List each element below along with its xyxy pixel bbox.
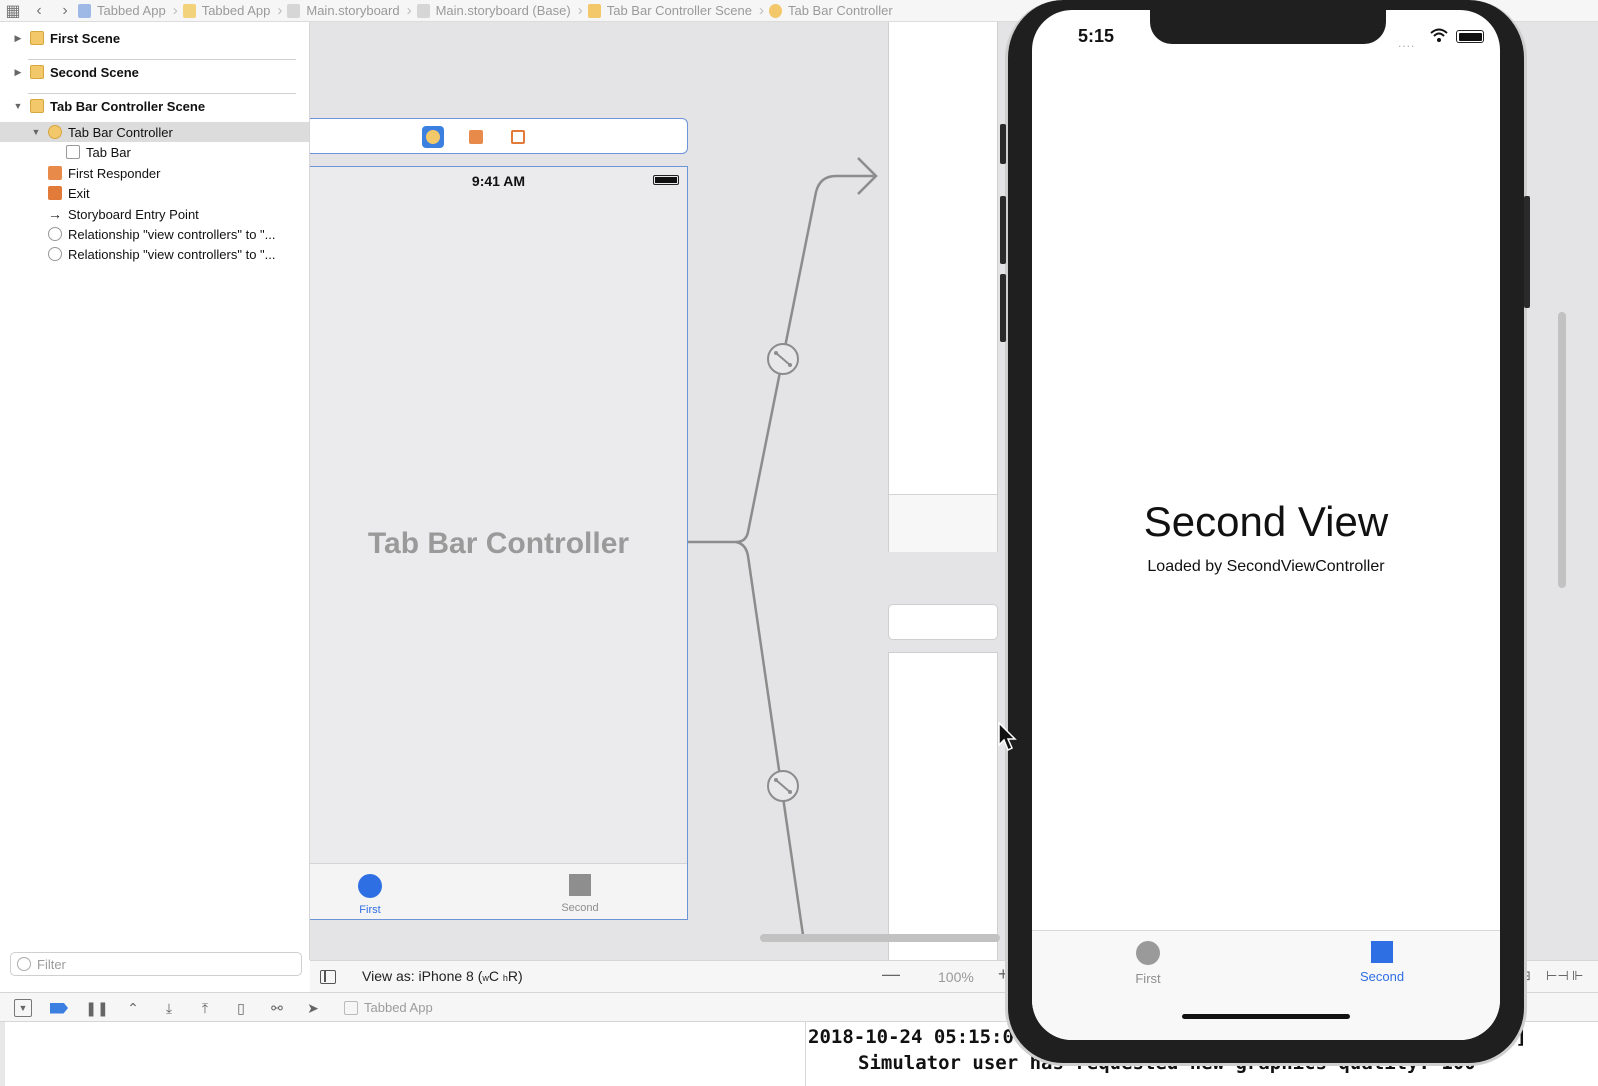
outline-item-relationship[interactable]: Relationship "view controllers" to "... [0,224,309,244]
second-view-subtitle: Loaded by SecondViewController [1147,558,1385,575]
outline-item-tab-bar-controller[interactable]: ▼ Tab Bar Controller [0,122,309,142]
second-view-controller-frame[interactable] [888,652,998,960]
scene-icon [30,99,44,113]
breadcrumb-scene[interactable]: Tab Bar Controller Scene [587,3,752,18]
outline-divider [28,59,296,60]
breadcrumb-controller[interactable]: Tab Bar Controller [768,3,893,18]
breadcrumb-storyboard-base[interactable]: Main.storyboard (Base) [416,3,571,18]
back-chevron-icon[interactable]: ‹ [26,2,52,20]
side-button[interactable] [1524,196,1530,308]
vertical-scrollbar[interactable] [1558,312,1566,588]
outline-scene-second[interactable]: ▶ Second Scene [0,62,309,82]
breadcrumb-separator-icon: › [172,2,178,19]
first-view-controller-frame[interactable] [888,22,998,552]
breakpoints-icon[interactable] [50,999,68,1017]
forward-chevron-icon[interactable]: › [52,2,78,20]
outline-item-first-responder[interactable]: First Responder [0,163,309,183]
segue-line-bottom [735,540,806,943]
view-hierarchy-icon[interactable]: ▯ [232,999,250,1017]
second-view-title: Second View [1143,498,1389,545]
view-as-button[interactable]: View as: iPhone 8 (wC hR) [362,968,523,984]
iphone-simulator[interactable]: 5:15 .... Second View Loaded by SecondVi… [1000,0,1530,1066]
disclosure-collapsed-icon[interactable]: ▶ [12,67,24,78]
segue-badge-icon[interactable] [767,770,799,802]
mute-switch[interactable] [1000,124,1006,164]
align-icon[interactable]: ⊢⊣ [1546,968,1569,984]
outline-filter-field[interactable]: Filter [10,952,302,976]
relationship-segue-icon [48,227,62,241]
scene-icon [587,3,601,18]
square-tab-icon [1371,941,1393,963]
storyboard-file-icon [287,3,301,18]
app-target-icon [344,1000,358,1015]
home-indicator[interactable] [1182,1014,1350,1019]
status-time: 5:15 [1078,26,1115,46]
breadcrumb-storyboard[interactable]: Main.storyboard [287,3,400,18]
related-items-icon[interactable]: ▦ [0,1,26,21]
outline-item-tab-bar[interactable]: Tab Bar [0,142,309,162]
step-into-icon[interactable]: ⤓ [160,999,178,1017]
tab-first[interactable]: First [1088,941,1208,986]
volume-up-button[interactable] [1000,196,1006,264]
breadcrumb-folder[interactable]: Tabbed App [182,3,270,18]
project-file-icon [78,3,91,18]
outline-item-entry-point[interactable]: → Storyboard Entry Point [0,204,309,224]
zoom-level[interactable]: 100% [938,969,974,985]
outline-item-relationship[interactable]: Relationship "view controllers" to "... [0,244,309,264]
tab-bar-area [889,494,997,552]
disclosure-expanded-icon[interactable]: ▼ [30,127,42,137]
circle-tab-icon [1136,941,1160,965]
disclosure-collapsed-icon[interactable]: ▶ [12,33,24,44]
simulator-tab-bar[interactable]: First Second [1032,930,1500,1040]
console-line: 2018-10-24 05:15:0 [808,1026,1014,1048]
breadcrumb-separator-icon: › [577,2,583,19]
location-icon[interactable]: ➤ [304,999,322,1017]
mouse-cursor-icon [998,722,1017,752]
first-responder-cube-icon [48,166,62,180]
segue-badge-icon[interactable] [767,343,799,375]
entry-arrow-icon: → [48,206,62,222]
resolve-issues-icon[interactable]: ⊩ [1572,968,1583,984]
outline-scene-tab-bar-controller[interactable]: ▼ Tab Bar Controller Scene [0,96,309,116]
step-out-icon[interactable]: ⤒ [196,999,214,1017]
memory-graph-icon[interactable]: ⚯ [268,999,286,1017]
outline-scene-first[interactable]: ▶ First Scene [0,28,309,48]
notch [1150,10,1386,44]
relationship-segue-icon [48,247,62,261]
breadcrumb-separator-icon: › [758,2,764,19]
breadcrumb-separator-icon: › [277,2,283,19]
tab-bar-controller-icon [48,125,62,139]
simulator-screen[interactable]: 5:15 .... Second View Loaded by SecondVi… [1032,10,1500,1040]
signal-icon: .... [1398,36,1416,50]
scene-icon [30,65,44,79]
volume-down-button[interactable] [1000,274,1006,342]
outline-item-exit[interactable]: Exit [0,183,309,203]
horizontal-scrollbar[interactable] [760,934,1000,942]
battery-icon [1456,30,1484,43]
variables-view[interactable] [0,1022,805,1086]
exit-icon [48,186,62,200]
debug-target[interactable]: Tabbed App [344,1000,433,1015]
document-outline: ▶ First Scene ▶ Second Scene ▼ Tab Bar C… [0,22,310,960]
pause-icon[interactable]: ❚❚ [85,999,108,1017]
tab-bar-icon [66,145,80,159]
filter-icon [17,957,31,971]
folder-icon [182,3,196,18]
outline-toggle-icon[interactable] [320,970,336,984]
zoom-out-button[interactable]: — [882,964,900,985]
outline-divider [28,93,296,94]
scene-icon [30,31,44,45]
breadcrumb-separator-icon: › [406,2,412,19]
tab-bar-controller-icon [768,3,782,18]
tab-second[interactable]: Second [1322,941,1442,984]
second-scene-dock[interactable] [888,604,998,640]
storyboard-file-icon [416,3,430,18]
disclosure-expanded-icon[interactable]: ▼ [12,101,24,111]
wifi-icon [1430,28,1448,42]
breadcrumb-project[interactable]: Tabbed App [78,3,166,18]
step-over-icon[interactable]: ⌃ [124,999,142,1017]
hide-debug-area-icon[interactable]: ▼ [14,999,32,1017]
